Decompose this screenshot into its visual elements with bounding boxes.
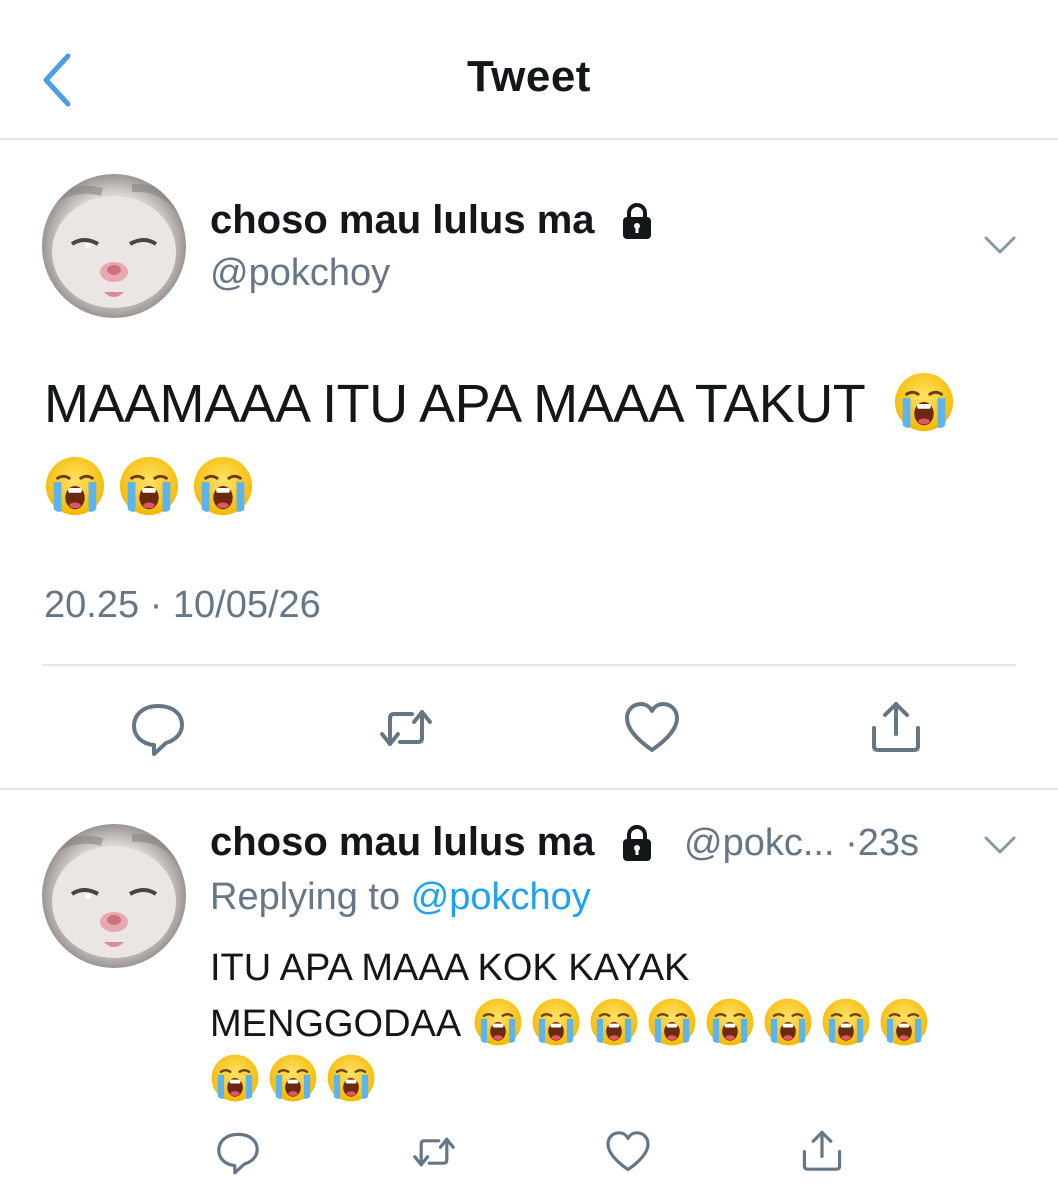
reply-avatar[interactable] — [42, 824, 186, 968]
lock-icon — [617, 201, 657, 241]
retweet-icon[interactable] — [376, 698, 436, 758]
reply-meta: @pokc... ·23s — [684, 822, 919, 865]
reply-display-name[interactable]: choso mau lulus ma — [210, 820, 595, 865]
tweet-text: MAAMAAA ITU APA MAAA TAKUT — [44, 362, 1024, 530]
chevron-down-icon[interactable] — [982, 834, 1018, 856]
replying-label: Replying to — [210, 876, 401, 918]
meta-separator: · — [845, 822, 858, 864]
reply-icon[interactable] — [128, 698, 188, 758]
reply-text: ITU APA MAAA KOK KAYAK MENGGODAA — [210, 940, 990, 1108]
loudly-crying-face-icon — [531, 997, 581, 1047]
loudly-crying-face-icon — [705, 997, 755, 1047]
author-name-row: choso mau lulus ma — [210, 198, 657, 243]
divider — [42, 664, 1016, 666]
loudly-crying-face-icon — [763, 997, 813, 1047]
chevron-down-icon[interactable] — [982, 234, 1018, 256]
reply-icon[interactable] — [214, 1128, 262, 1176]
like-icon[interactable] — [622, 698, 682, 758]
top-nav-bar: Tweet — [0, 0, 1058, 140]
loudly-crying-face-icon — [210, 1053, 260, 1103]
reply-text-line2: MENGGODAA — [210, 1003, 462, 1045]
page-title: Tweet — [467, 52, 591, 101]
avatar[interactable] — [42, 174, 186, 318]
reply-text-line1: ITU APA MAAA KOK KAYAK — [210, 947, 690, 989]
loudly-crying-face-icon — [473, 997, 523, 1047]
display-name[interactable]: choso mau lulus ma — [210, 198, 595, 243]
tweet-timestamp: 20.25 · 10/05/26 — [44, 584, 321, 626]
lock-icon — [617, 823, 657, 863]
divider — [0, 788, 1058, 790]
loudly-crying-face-icon — [192, 455, 254, 517]
loudly-crying-face-icon — [821, 997, 871, 1047]
retweet-icon[interactable] — [410, 1128, 458, 1176]
cat-avatar-image — [42, 824, 186, 968]
loudly-crying-face-icon — [893, 371, 955, 433]
loudly-crying-face-icon — [326, 1053, 376, 1103]
reply-author-row: choso mau lulus ma — [210, 820, 657, 865]
loudly-crying-face-icon — [118, 455, 180, 517]
cat-avatar-image — [42, 174, 186, 318]
loudly-crying-face-icon — [589, 997, 639, 1047]
tweet-text-body: MAAMAAA ITU APA MAAA TAKUT — [44, 374, 865, 434]
loudly-crying-face-icon — [647, 997, 697, 1047]
reply-handle[interactable]: @pokc... — [684, 822, 835, 864]
share-icon[interactable] — [798, 1126, 846, 1174]
share-icon[interactable] — [866, 696, 926, 756]
loudly-crying-face-icon — [44, 455, 106, 517]
replying-to: Replying to @pokchoy — [210, 876, 591, 919]
loudly-crying-face-icon — [268, 1053, 318, 1103]
loudly-crying-face-icon — [879, 997, 929, 1047]
user-handle[interactable]: @pokchoy — [210, 252, 390, 295]
like-icon[interactable] — [604, 1128, 652, 1176]
reply-time: 23s — [857, 822, 920, 864]
mention-link[interactable]: @pokchoy — [411, 876, 591, 918]
